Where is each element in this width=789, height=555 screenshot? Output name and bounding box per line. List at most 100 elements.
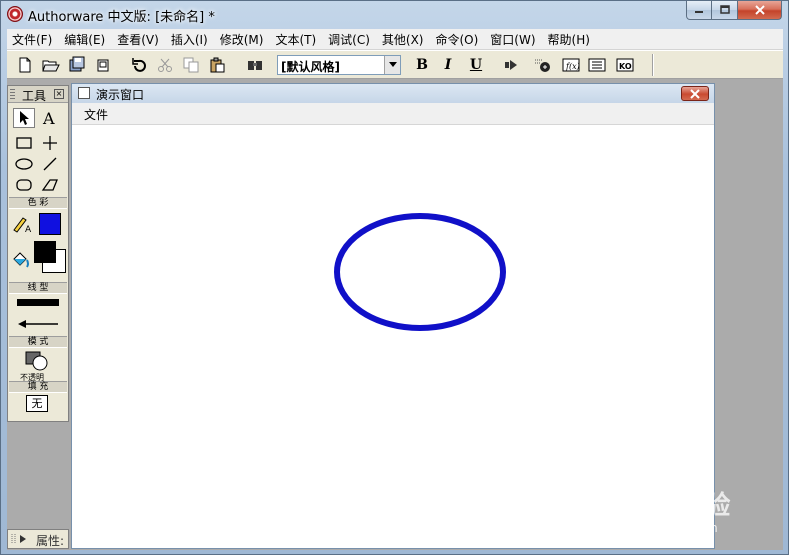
tools-palette: 工具 × A 色 彩 A 线 型 模 式 不透明 填 充 无 bbox=[7, 85, 69, 422]
text-a-icon: A bbox=[42, 110, 55, 126]
paste-button[interactable] bbox=[207, 55, 227, 75]
find-button[interactable] bbox=[245, 55, 265, 75]
window-title: Authorware 中文版: [未命名] * bbox=[28, 10, 215, 25]
rectangle-tool[interactable] bbox=[13, 133, 35, 153]
svg-text:A: A bbox=[42, 110, 55, 126]
menu-window[interactable]: 窗口(W) bbox=[485, 31, 542, 48]
variables-button[interactable] bbox=[587, 55, 607, 75]
menu-help[interactable]: 帮助(H) bbox=[543, 31, 597, 48]
expand-arrow-icon[interactable] bbox=[19, 535, 27, 543]
properties-label: 属性: bbox=[36, 534, 65, 548]
client-area: 文件(F) 编辑(E) 查看(V) 插入(I) 修改(M) 文本(T) 调试(C… bbox=[7, 29, 783, 550]
presentation-menu-bar: 文件 bbox=[72, 103, 714, 125]
properties-bar[interactable]: 属性: bbox=[7, 529, 69, 549]
save-all-icon bbox=[69, 56, 85, 72]
menu-edit[interactable]: 编辑(E) bbox=[59, 31, 112, 48]
import-button[interactable] bbox=[93, 55, 113, 75]
cut-button[interactable] bbox=[155, 55, 175, 75]
menu-insert[interactable]: 插入(I) bbox=[166, 31, 215, 48]
text-style-select[interactable]: [默认风格] bbox=[277, 55, 401, 75]
palette-close-icon[interactable]: × bbox=[54, 89, 64, 99]
pointer-tool[interactable] bbox=[13, 108, 35, 128]
line-color-swatch[interactable] bbox=[39, 213, 61, 235]
caption-buttons bbox=[686, 1, 782, 21]
functions-button[interactable]: f(x) bbox=[561, 55, 581, 75]
svg-text:f(x): f(x) bbox=[565, 62, 580, 71]
menu-file[interactable]: 文件(F) bbox=[7, 31, 59, 48]
authorware-app-icon bbox=[7, 6, 23, 22]
copy-icon bbox=[183, 57, 199, 73]
chevron-down-icon bbox=[388, 62, 397, 67]
diagonal-line-tool[interactable] bbox=[39, 154, 61, 174]
paste-icon bbox=[210, 57, 225, 73]
copy-button[interactable] bbox=[181, 55, 201, 75]
text-style-dropdown-button[interactable] bbox=[384, 56, 400, 74]
pointer-icon bbox=[20, 111, 29, 125]
open-folder-icon bbox=[42, 60, 60, 72]
opaque-mode-icon bbox=[25, 351, 48, 371]
find-icon bbox=[248, 61, 262, 70]
line-text-color-tool[interactable]: A bbox=[11, 214, 33, 234]
menu-other[interactable]: 其他(X) bbox=[377, 31, 431, 48]
open-button[interactable] bbox=[41, 55, 61, 75]
rounded-rectangle-tool[interactable] bbox=[13, 175, 35, 195]
run-button[interactable] bbox=[501, 55, 521, 75]
polygon-tool[interactable] bbox=[39, 175, 61, 195]
grip-icon bbox=[11, 534, 16, 544]
italic-button[interactable]: I bbox=[439, 56, 457, 74]
main-toolbar: [默认风格] B I U f(x) KO bbox=[7, 50, 783, 79]
menu-text[interactable]: 文本(T) bbox=[270, 31, 323, 48]
new-button[interactable] bbox=[15, 55, 35, 75]
close-button[interactable] bbox=[738, 1, 782, 20]
bold-button[interactable]: B bbox=[413, 56, 431, 74]
toolbar-separator bbox=[652, 54, 654, 76]
color-section-label: 色 彩 bbox=[9, 197, 67, 209]
maximize-button[interactable] bbox=[712, 1, 738, 20]
ellipse-tool[interactable] bbox=[13, 154, 35, 174]
fill-pattern-none[interactable]: 无 bbox=[26, 395, 48, 412]
knowledge-objects-button[interactable]: KO bbox=[615, 55, 635, 75]
minimize-button[interactable] bbox=[686, 1, 712, 20]
menu-command[interactable]: 命令(O) bbox=[430, 31, 485, 48]
diagonal-line-icon bbox=[43, 157, 57, 171]
text-tool[interactable]: A bbox=[39, 108, 61, 128]
control-panel-button[interactable] bbox=[533, 55, 553, 75]
menu-debug[interactable]: 调试(C) bbox=[323, 31, 377, 48]
close-icon bbox=[754, 5, 765, 15]
presentation-close-button[interactable] bbox=[681, 86, 709, 101]
tools-palette-header[interactable]: 工具 × bbox=[8, 86, 68, 103]
run-icon bbox=[505, 60, 517, 70]
fill-foreground-swatch[interactable] bbox=[34, 241, 56, 263]
svg-text:KO: KO bbox=[619, 62, 632, 71]
straight-line-tool[interactable] bbox=[39, 133, 61, 153]
menu-modify[interactable]: 修改(M) bbox=[215, 31, 271, 48]
app-window: Authorware 中文版: [未命名] * 文件(F) 编辑(E) 查看(V… bbox=[0, 0, 789, 555]
mode-opaque-option[interactable] bbox=[24, 350, 50, 372]
presentation-window: 演示窗口 文件 bbox=[71, 83, 715, 549]
undo-button[interactable] bbox=[129, 55, 149, 75]
presentation-window-titlebar[interactable]: 演示窗口 bbox=[72, 84, 714, 103]
title-bar[interactable]: Authorware 中文版: [未命名] * bbox=[1, 1, 788, 29]
line-width-option[interactable] bbox=[17, 299, 59, 306]
paint-bucket-icon bbox=[13, 252, 29, 268]
left-arrow-line-icon bbox=[18, 320, 58, 328]
underline-button[interactable]: U bbox=[467, 56, 485, 74]
undo-icon bbox=[132, 58, 146, 72]
polygon-icon bbox=[41, 179, 58, 191]
drawn-ellipse[interactable] bbox=[334, 213, 506, 331]
ellipse-icon bbox=[15, 158, 33, 170]
svg-text:A: A bbox=[25, 225, 32, 234]
save-all-button[interactable] bbox=[67, 55, 87, 75]
menu-bar: 文件(F) 编辑(E) 查看(V) 插入(I) 修改(M) 文本(T) 调试(C… bbox=[7, 29, 783, 50]
menu-view[interactable]: 查看(V) bbox=[112, 31, 166, 48]
fill-section-label: 填 充 bbox=[9, 381, 67, 393]
baidu-watermark: Baidu经验 bbox=[601, 491, 730, 521]
presentation-menu-file[interactable]: 文件 bbox=[84, 106, 108, 123]
maximize-icon bbox=[719, 5, 730, 14]
fill-color-tool[interactable] bbox=[10, 250, 32, 270]
palette-grip-icon[interactable] bbox=[10, 89, 15, 100]
arrow-style-option[interactable] bbox=[14, 314, 62, 334]
scissors-icon bbox=[158, 58, 172, 72]
crosshair-icon bbox=[43, 136, 57, 150]
minimize-icon bbox=[695, 11, 703, 13]
